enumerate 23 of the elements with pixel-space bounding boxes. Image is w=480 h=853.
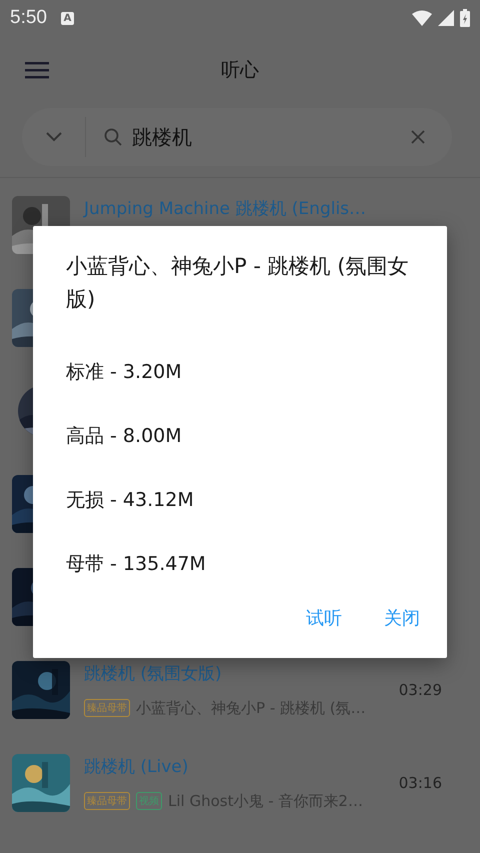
search-field[interactable]: 跳楼机 — [130, 124, 410, 150]
dialog-button[interactable]: 关闭 — [378, 598, 426, 638]
quality-option[interactable]: 母带 - 135.47M — [66, 532, 206, 596]
search-bar[interactable]: 跳楼机 — [22, 108, 452, 166]
dialog-title: 小蓝背心、神兔小P - 跳楼机 (氛围女版) — [66, 253, 410, 313]
wifi-icon — [412, 10, 432, 26]
notification-icon: A — [60, 12, 74, 24]
quality-option[interactable]: 标准 - 3.20M — [66, 340, 182, 404]
quality-option[interactable]: 无损 - 43.12M — [66, 468, 194, 532]
song-duration: 03:16 — [398, 774, 442, 792]
close-icon[interactable] — [410, 129, 426, 145]
battery-icon — [460, 9, 470, 27]
status-time: 5:50 — [10, 7, 47, 29]
app-title: 听心 — [221, 59, 259, 81]
song-duration: 03:29 — [398, 680, 442, 698]
quality-tag: 臻品母带 — [84, 699, 130, 717]
menu-icon[interactable] — [25, 61, 49, 79]
signal-icon — [438, 10, 454, 26]
dialog-button[interactable]: 试听 — [300, 598, 348, 638]
search-icon — [104, 128, 122, 146]
quality-tag: 臻品母带 — [84, 792, 130, 810]
chevron-down-icon — [46, 132, 62, 142]
quality-option[interactable]: 高品 - 8.00M — [66, 404, 182, 468]
